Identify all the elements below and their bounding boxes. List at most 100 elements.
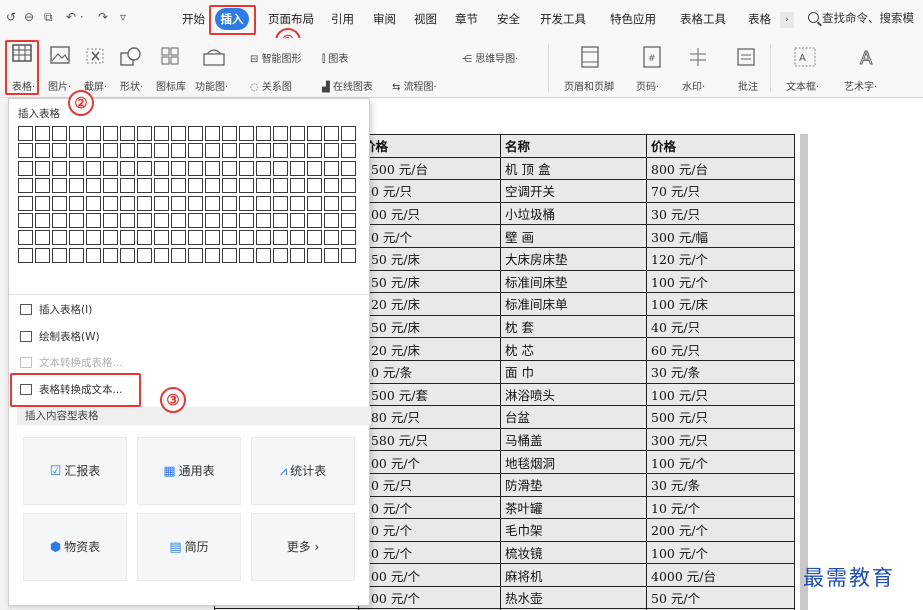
grid-cell[interactable]: [222, 212, 237, 228]
grid-cell[interactable]: [205, 247, 220, 263]
menu-review[interactable]: 审阅: [373, 11, 396, 27]
table-cell[interactable]: 地毯烟洞: [500, 450, 647, 474]
table-cell[interactable]: 10 元/个: [358, 224, 501, 248]
print-preview-icon[interactable]: ⧉: [44, 10, 53, 25]
template-resume[interactable]: ▤ 简历: [137, 513, 241, 581]
grid-cell[interactable]: [273, 178, 288, 194]
grid-cell[interactable]: [188, 143, 203, 159]
grid-cell[interactable]: [256, 230, 271, 246]
grid-cell[interactable]: [120, 143, 135, 159]
grid-cell[interactable]: [273, 195, 288, 211]
template-general[interactable]: ▦ 通用表: [137, 437, 241, 505]
smart-shape-button[interactable]: ⊟ 智能图形: [250, 50, 302, 65]
search-command[interactable]: 查找命令、搜索模: [808, 10, 914, 26]
online-chart-button[interactable]: ▟ 在线图表: [322, 78, 373, 93]
grid-cell[interactable]: [137, 195, 152, 211]
grid-cell[interactable]: [290, 126, 305, 141]
save-icon[interactable]: ⊖: [24, 10, 34, 24]
grid-cell[interactable]: [256, 160, 271, 176]
table-cell[interactable]: 麻将机: [500, 563, 647, 587]
grid-cell[interactable]: [35, 212, 50, 228]
grid-cell[interactable]: [120, 160, 135, 176]
watermark-icon[interactable]: [688, 46, 708, 66]
grid-cell[interactable]: [171, 212, 186, 228]
template-statistics[interactable]: ⩘ 统计表: [251, 437, 355, 505]
grid-cell[interactable]: [18, 143, 33, 159]
textbox-icon[interactable]: A: [794, 46, 816, 67]
grid-cell[interactable]: [18, 247, 33, 263]
table-cell[interactable]: 名称: [500, 134, 647, 158]
grid-cell[interactable]: [341, 230, 356, 246]
grid-cell[interactable]: [256, 212, 271, 228]
menu-table-style[interactable]: 表格: [748, 11, 771, 27]
table-cell[interactable]: 茶叶罐: [500, 495, 647, 520]
draw-table-item[interactable]: 绘制表格(W): [15, 326, 100, 348]
grid-cell[interactable]: [341, 143, 356, 159]
grid-cell[interactable]: [154, 178, 169, 194]
grid-cell[interactable]: [18, 178, 33, 194]
picture-button-label[interactable]: 图片·: [48, 78, 71, 93]
grid-cell[interactable]: [273, 143, 288, 159]
grid-cell[interactable]: [137, 160, 152, 176]
grid-cell[interactable]: [86, 160, 101, 176]
menu-special-apps[interactable]: 特色应用: [610, 11, 656, 27]
customize-quick-access-icon[interactable]: ▿: [120, 10, 126, 24]
grid-cell[interactable]: [239, 178, 254, 194]
grid-cell[interactable]: [188, 160, 203, 176]
grid-cell[interactable]: [18, 212, 33, 228]
grid-cell[interactable]: [324, 178, 339, 194]
menu-home[interactable]: 开始: [182, 11, 205, 27]
redo-arrow-icon[interactable]: ↷: [98, 10, 108, 24]
grid-cell[interactable]: [239, 247, 254, 263]
table-cell[interactable]: 100 元/只: [358, 201, 501, 226]
grid-cell[interactable]: [120, 212, 135, 228]
grid-cell[interactable]: [290, 160, 305, 176]
function-chart-label[interactable]: 功能图·: [195, 78, 228, 93]
grid-cell[interactable]: [188, 178, 203, 194]
table-cell[interactable]: 200 元/个: [646, 518, 795, 542]
grid-cell[interactable]: [324, 143, 339, 159]
grid-cell[interactable]: [324, 126, 339, 141]
grid-cell[interactable]: [35, 178, 50, 194]
table-cell[interactable]: 机 顶 盒: [500, 156, 647, 181]
grid-cell[interactable]: [137, 212, 152, 228]
grid-cell[interactable]: [290, 247, 305, 263]
grid-cell[interactable]: [171, 230, 186, 246]
grid-cell[interactable]: [256, 178, 271, 194]
shape-button-label[interactable]: 形状·: [120, 78, 143, 93]
grid-cell[interactable]: [188, 247, 203, 263]
grid-cell[interactable]: [239, 195, 254, 211]
grid-cell[interactable]: [120, 195, 135, 211]
grid-cell[interactable]: [52, 126, 67, 141]
table-cell[interactable]: 100 元/只: [646, 382, 795, 407]
table-cell[interactable]: 120 元/个: [646, 246, 795, 271]
grid-cell[interactable]: [86, 143, 101, 159]
table-cell[interactable]: 50 元/个: [358, 518, 501, 542]
grid-cell[interactable]: [307, 143, 322, 159]
table-cell[interactable]: 枕 芯: [500, 337, 647, 361]
wordart-icon[interactable]: A: [858, 46, 878, 70]
grid-cell[interactable]: [154, 126, 169, 141]
table-cell[interactable]: 梳妆镜: [500, 540, 647, 565]
grid-cell[interactable]: [205, 143, 220, 159]
table-cell[interactable]: 空调开关: [500, 179, 647, 203]
grid-cell[interactable]: [35, 247, 50, 263]
table-cell[interactable]: 10 元/只: [358, 472, 501, 497]
page-number-icon[interactable]: #: [643, 46, 661, 68]
grid-cell[interactable]: [290, 178, 305, 194]
picture-icon[interactable]: [50, 46, 70, 66]
grid-cell[interactable]: [154, 230, 169, 246]
table-cell[interactable]: 120 元/床: [358, 292, 501, 316]
grid-cell[interactable]: [290, 143, 305, 159]
watermark-label[interactable]: 水印·: [682, 78, 705, 93]
grid-cell[interactable]: [86, 126, 101, 141]
table-cell[interactable]: 枕 套: [500, 314, 647, 339]
table-cell[interactable]: 500 元/只: [646, 405, 795, 429]
table-cell[interactable]: 1580 元/只: [358, 427, 501, 452]
table-size-grid[interactable]: [17, 125, 357, 264]
grid-cell[interactable]: [120, 178, 135, 194]
grid-cell[interactable]: [52, 143, 67, 159]
menu-references[interactable]: 引用: [331, 11, 354, 27]
grid-cell[interactable]: [52, 230, 67, 246]
table-cell[interactable]: 100 元/床: [646, 292, 795, 316]
